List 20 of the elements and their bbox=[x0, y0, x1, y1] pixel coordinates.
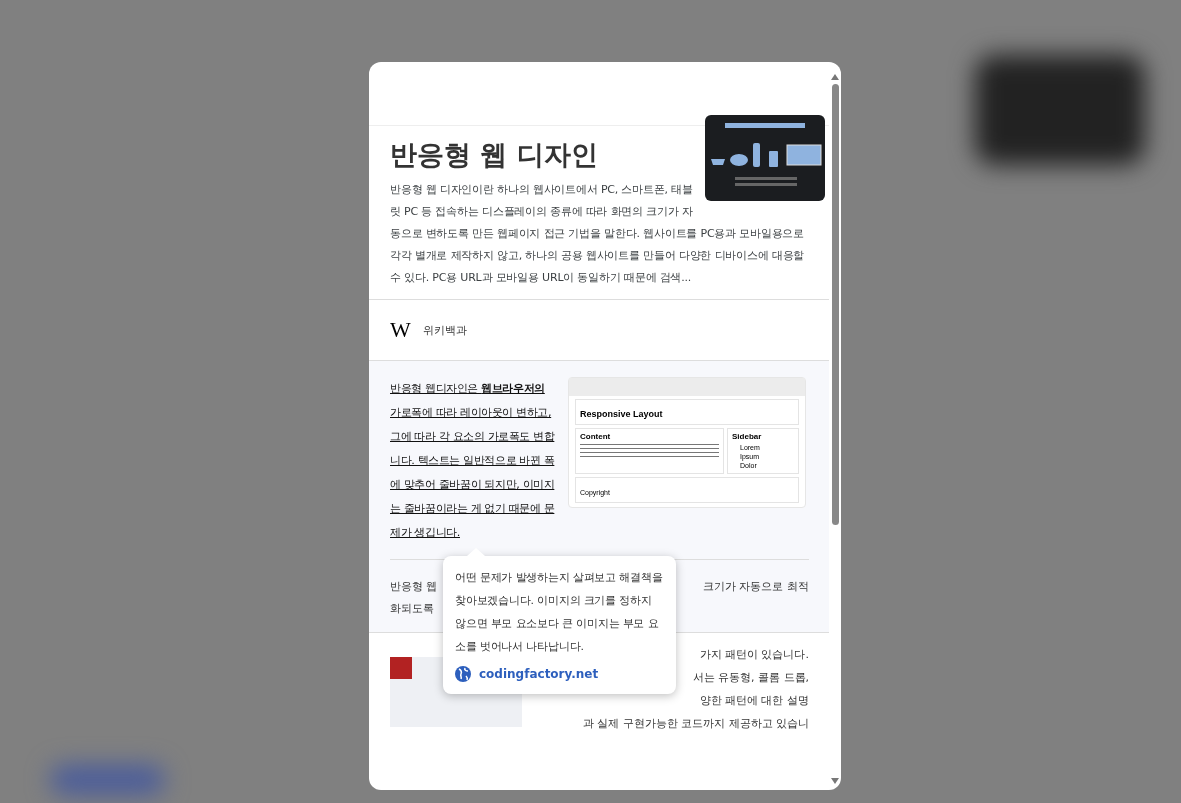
result-text: 양한 패턴에 대한 설명 bbox=[699, 693, 809, 709]
wikipedia-logo-icon: W bbox=[390, 317, 411, 343]
screenshot-heading: Responsive Layout bbox=[580, 409, 663, 419]
result-text: 과 실제 구현가능한 코드까지 제공하고 있습니 bbox=[582, 716, 809, 732]
screenshot-sidebar-heading: Sidebar bbox=[732, 432, 763, 441]
tooltip-text: 어떤 문제가 발생하는지 살펴보고 해결책을 찾아보겠습니다. 이미지의 크기를 정하지 않으면 부모 요소보다 큰 이미지는 부모 요소를 벗어나서 나타납니다. bbox=[455, 570, 664, 655]
screenshot-content-heading: Content bbox=[580, 432, 612, 441]
snippet-text: 반응형 웹 bbox=[390, 579, 438, 595]
article-title: 반응형 웹 디자인 bbox=[390, 138, 599, 172]
scrollbar-thumb[interactable] bbox=[832, 84, 839, 525]
featured-snippet-text[interactable]: 반응형 웹디자인은 웹브라우저의 가로폭에 따라 레이아웃이 변하고, 그에 따라 각 요소의 가로폭도 변합니다. 텍스트는 일반적으로 바뀐 폭에 맞추어 줄바꿈이 되지만, 이미지는 줄바꿈이라는 게 없기 때문에 문제가 생깁니다. bbox=[390, 377, 558, 545]
result-text: 가지 패턴이 있습니다. bbox=[699, 647, 809, 663]
snippet-text: 화되도록 bbox=[390, 601, 434, 617]
globe-icon bbox=[455, 666, 471, 682]
source-link[interactable]: codingfactory.net bbox=[479, 667, 599, 681]
scroll-down-icon[interactable] bbox=[831, 778, 839, 784]
result-text: 서는 유동형, 콜롬 드롭, bbox=[692, 670, 809, 686]
article-summary: 반응형 웹 디자인이란 하나의 웹사이트에서 PC, 스마트폰, 태블릿 PC 등 접속하는 디스플레이의 종류에 따라 화면의 크기가 자동으로 변하도록 만든 웹페이지 접근 기법을 말한다. 웹사이트를 PC용과 모바일용으로 각각 별개로 제작하지 않고, 하나의 공용 웹사이트를 만들어 다양한 디바이스에 대응할 수 있다. PC용 URL과 모바일용 URL이 동일하기 때문에 검색... bbox=[390, 182, 806, 286]
source-name[interactable]: 위키백과 bbox=[422, 322, 467, 338]
snippet-text: 크기가 자동으로 최적 bbox=[703, 579, 809, 595]
